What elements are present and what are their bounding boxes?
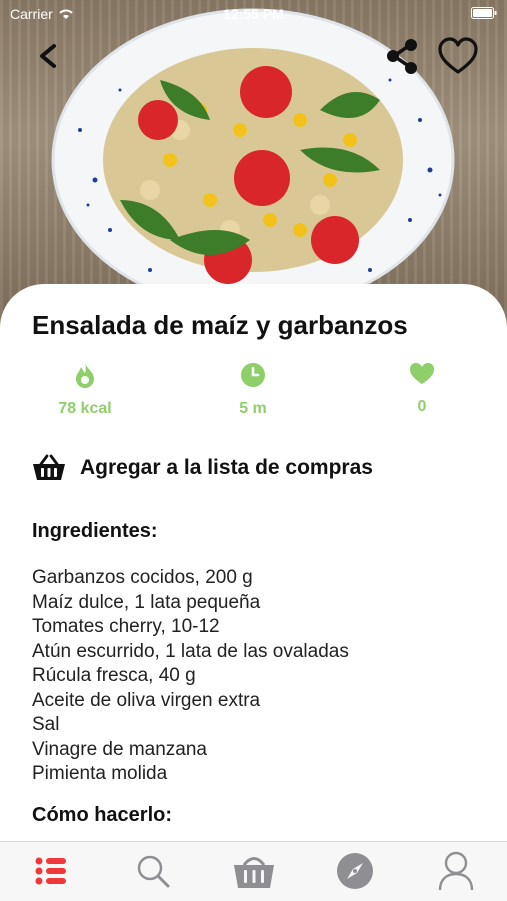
back-button[interactable]	[30, 38, 70, 78]
chevron-left-icon	[40, 44, 56, 68]
status-time: 12:55 PM	[223, 6, 284, 22]
basket-icon	[234, 857, 274, 888]
ingredient-item: Rúcula fresca, 40 g	[32, 665, 196, 686]
ingredient-item: Tomates cherry, 10-12	[32, 616, 220, 637]
flame-icon	[76, 363, 94, 388]
ingredient-item: Aceite de oliva virgen extra	[32, 689, 261, 711]
ingredients-heading: Ingredientes:	[32, 520, 158, 542]
ingredient-item: Vinagre de manzana	[32, 738, 207, 760]
tab-profile[interactable]	[432, 850, 480, 892]
ingredient-item: Pimienta molida	[32, 763, 168, 784]
compass-icon	[337, 853, 373, 889]
search-icon	[137, 855, 170, 888]
instructions-heading: Cómo hacerlo:	[32, 804, 173, 826]
recipe-detail-sheet: Ensalada de maíz y garbanzos 78 kcal 5 m…	[0, 284, 507, 844]
time-value: 5 m	[239, 400, 267, 417]
list-icon	[35, 857, 66, 885]
ingredient-item: Atún escurrido, 1 lata de las ovaladas	[32, 640, 349, 662]
ingredient-item: Garbanzos cocidos, 200 g	[32, 567, 253, 588]
likes-value: 0	[417, 398, 427, 415]
basket-icon	[33, 454, 65, 480]
tab-search[interactable]	[129, 850, 177, 892]
ingredient-item: Sal	[32, 714, 60, 735]
status-bar: Carrier 12:55 PM	[0, 0, 507, 28]
share-icon	[387, 39, 417, 74]
heart-icon	[410, 363, 434, 384]
clock-icon	[241, 363, 265, 387]
add-to-shopping-list-label: Agregar a la lista de compras	[80, 456, 373, 479]
tab-bar	[0, 841, 507, 901]
time-stat: 5 m	[193, 362, 313, 418]
heart-outline-icon	[438, 37, 478, 74]
share-button[interactable]	[382, 36, 424, 78]
battery-icon	[471, 7, 497, 19]
recipe-title: Ensalada de maíz y garbanzos	[32, 310, 408, 340]
profile-icon	[438, 851, 474, 891]
calories-stat: 78 kcal	[25, 362, 145, 418]
tab-explore[interactable]	[331, 850, 379, 892]
tab-recipes-list[interactable]	[27, 850, 75, 892]
add-to-shopping-list-button[interactable]: Agregar a la lista de compras	[32, 454, 373, 482]
tab-shopping-list[interactable]	[230, 850, 278, 892]
ingredients-list: Garbanzos cocidos, 200 g Maíz dulce, 1 l…	[32, 566, 349, 787]
ingredient-item: Maíz dulce, 1 lata pequeña	[32, 591, 261, 613]
calories-value: 78 kcal	[58, 400, 112, 417]
favorite-button[interactable]	[436, 36, 480, 78]
likes-stat: 0	[362, 362, 482, 416]
